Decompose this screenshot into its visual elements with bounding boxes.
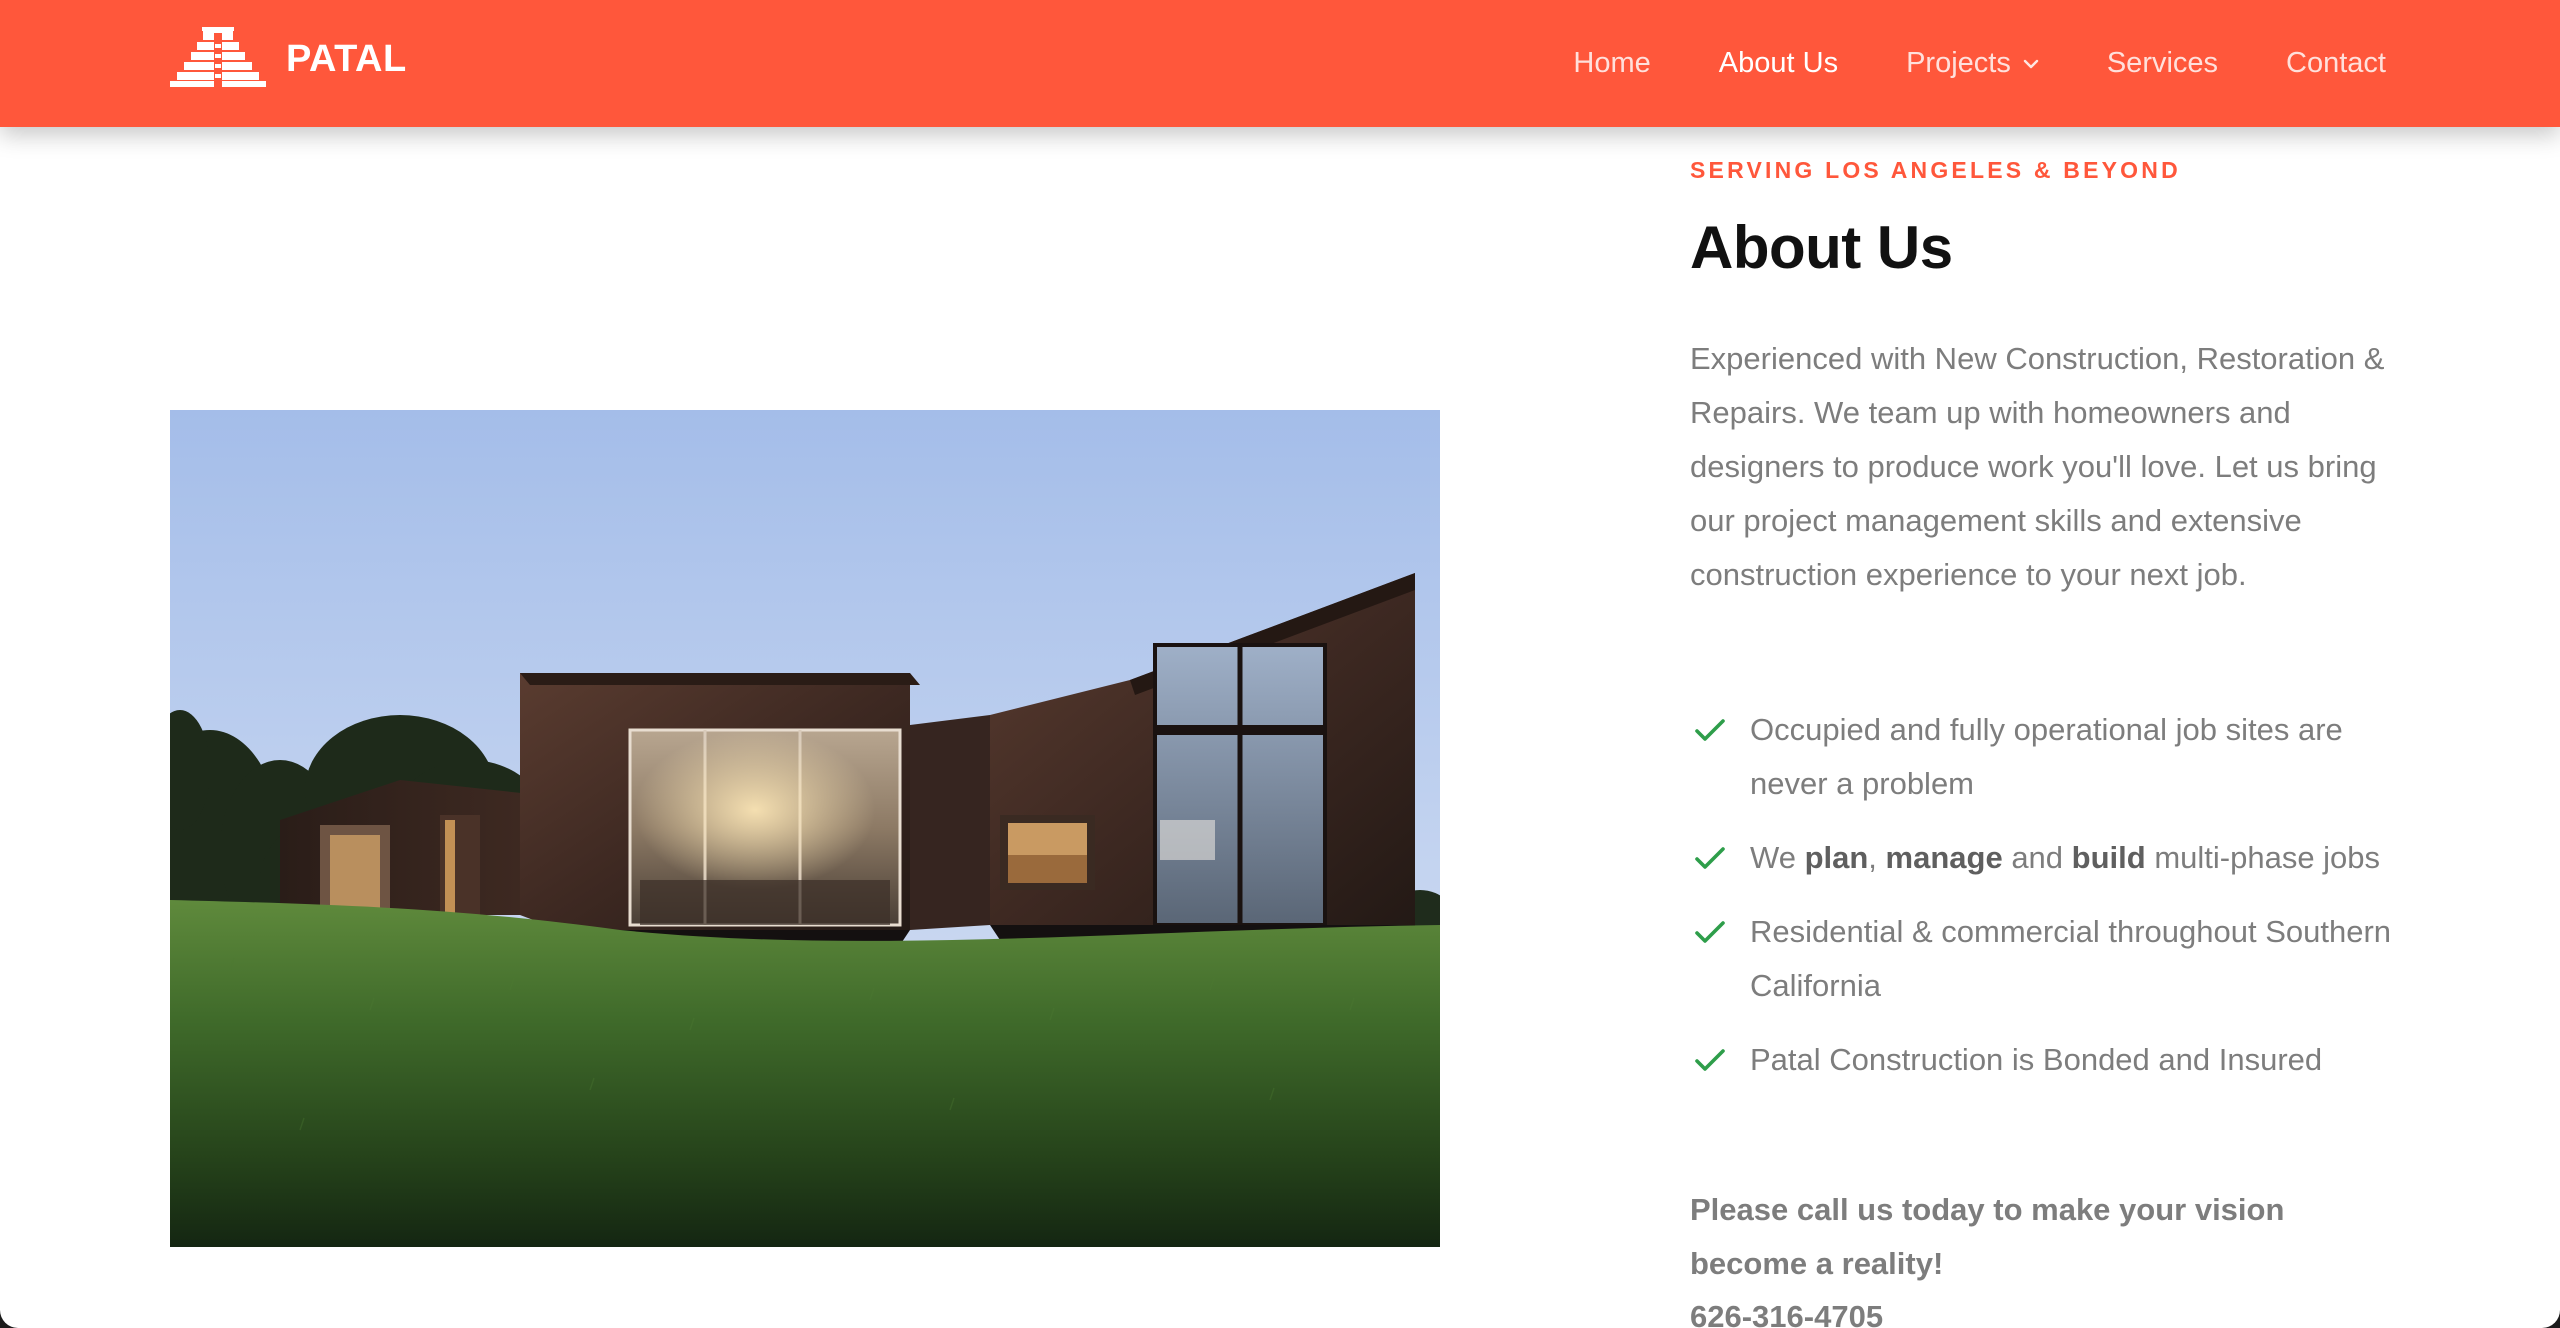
nav-services-label: Services [2106,47,2219,79]
checkmark-icon [1695,719,1725,741]
browser-viewport: PATAL Home About Us Projects Services Co… [0,0,2560,1328]
feature-checklist: Occupied and fully operational job sites… [1690,703,2410,1107]
checkmark-icon [1695,921,1725,943]
checklist-item-text: Patal Construction is Bonded and Insured [1750,1042,2323,1077]
nav-about-us-label: About Us [1718,47,1839,79]
checklist-item: We plan, manage and build multi-phase jo… [1690,831,2410,885]
emphasis-manage: manage [1885,840,2003,875]
brand-logo-link[interactable]: PATAL [170,27,407,87]
chevron-down-icon [2023,59,2039,68]
pyramid-logo-icon [170,27,266,87]
intro-paragraph: Experienced with New Construction, Resto… [1690,341,2385,592]
checklist-item: Occupied and fully operational job sites… [1690,703,2410,811]
checklist-item-text: We plan, manage and build multi-phase jo… [1750,840,2381,875]
checkmark-icon [1695,847,1725,869]
phone-number-link[interactable]: 626-316-4705 [1690,1290,1883,1328]
nav-contact-label: Contact [2286,47,2386,79]
page-title: About Us [1690,214,1953,281]
nav-services[interactable]: Services [2107,47,2218,80]
checklist-item-text: Residential & commercial throughout Sout… [1750,914,2392,1003]
checklist-item: Residential & commercial throughout Sout… [1690,905,2410,1013]
call-to-action-text: Please call us today to make your vision… [1690,1192,2285,1281]
nav-projects-dropdown[interactable]: Projects [1906,47,2039,80]
emphasis-build: build [2071,840,2146,875]
checklist-item: Patal Construction is Bonded and Insured [1690,1033,2410,1087]
top-navbar: PATAL Home About Us Projects Services Co… [0,0,2560,127]
main-nav: Home About Us Projects Services Contact [1505,0,2386,127]
checkmark-icon [1695,1049,1725,1071]
section-eyebrow: SERVING LOS ANGELES & BEYOND [1690,157,2181,183]
nav-about-us[interactable]: About Us [1719,47,1838,80]
brand-name: PATAL [286,38,407,80]
nav-projects-label: Projects [1906,47,2011,79]
checklist-item-text: Occupied and fully operational job sites… [1750,712,2343,801]
house-photo [170,410,1440,1247]
nav-home-label: Home [1573,47,1651,79]
nav-home[interactable]: Home [1573,47,1650,80]
emphasis-plan: plan [1804,840,1869,875]
nav-contact[interactable]: Contact [2286,47,2386,80]
